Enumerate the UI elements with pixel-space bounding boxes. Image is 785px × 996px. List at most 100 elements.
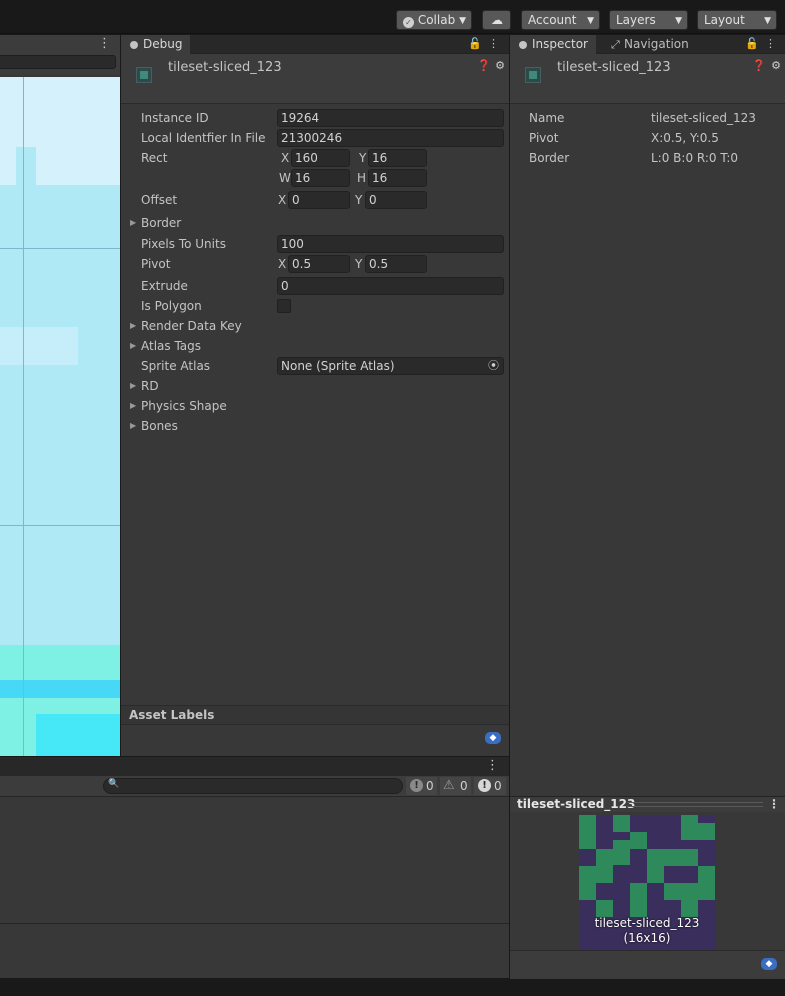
rect-x-field[interactable]: 160 xyxy=(291,149,350,167)
preview-panel: tileset-sliced_123 ⋮ tileset-sliced_123 … xyxy=(510,796,785,979)
help-icon[interactable]: ❓ xyxy=(477,59,491,72)
help-icon[interactable]: ❓ xyxy=(752,59,766,72)
expand-arrow-icon[interactable]: ▶ xyxy=(130,337,136,355)
local-id-field[interactable]: 21300246 xyxy=(277,129,504,147)
pivot-y-label: Y xyxy=(355,257,363,271)
more-options-icon[interactable]: ⋮ xyxy=(98,36,111,51)
asset-header: tileset-sliced_123 ❓ ⚙ xyxy=(121,54,509,104)
debug-tab-bar: Debug 🔓 ⋮ xyxy=(121,35,509,54)
account-dropdown[interactable]: Account ▼ xyxy=(521,10,600,30)
tab-navigation[interactable]: ⤢ Navigation xyxy=(602,35,697,54)
sprite-atlas-value: None (Sprite Atlas) xyxy=(281,359,395,373)
scene-canvas[interactable] xyxy=(0,77,120,756)
is-polygon-label: Is Polygon xyxy=(141,299,202,313)
tab-debug[interactable]: Debug xyxy=(121,35,191,54)
pivot-x-field[interactable]: 0.5 xyxy=(288,255,350,273)
pivot-y-field[interactable]: 0.5 xyxy=(365,255,427,273)
layers-dropdown[interactable]: Layers ▼ xyxy=(609,10,688,30)
unity-editor-window: ✓ Collab ▼ ☁ Account ▼ Layers ▼ Layout ▼… xyxy=(0,0,785,996)
rect-w-field[interactable]: 16 xyxy=(291,169,350,187)
warning-icon: ⚠ xyxy=(443,778,455,793)
more-options-icon[interactable]: ⋮ xyxy=(768,797,780,812)
check-circle-icon: ✓ xyxy=(403,17,414,28)
physics-shape-foldout[interactable]: Physics Shape xyxy=(141,397,227,415)
cloud-icon: ☁ xyxy=(491,13,503,27)
expand-arrow-icon[interactable]: ▶ xyxy=(130,377,136,395)
lock-icon[interactable]: 🔓 xyxy=(745,37,759,50)
info-pivot-value: X:0.5, Y:0.5 xyxy=(651,131,719,145)
cloud-button[interactable]: ☁ xyxy=(482,10,511,30)
rect-y-field[interactable]: 16 xyxy=(368,149,427,167)
atlas-tags-foldout[interactable]: Atlas Tags xyxy=(141,337,201,355)
object-picker-icon[interactable]: ⦿ xyxy=(488,358,499,374)
rect-label: Rect xyxy=(141,151,168,165)
console-search-input[interactable]: 🔍 xyxy=(103,778,403,794)
warning-count: 0 xyxy=(460,779,468,793)
lock-icon[interactable]: 🔓 xyxy=(468,37,482,50)
drag-handle[interactable] xyxy=(627,802,763,807)
sprite-thumbnail-icon xyxy=(136,67,152,83)
sprite-atlas-label: Sprite Atlas xyxy=(141,359,211,373)
info-border-value: L:0 B:0 R:0 T:0 xyxy=(651,151,739,165)
local-id-label: Local Identfier In File xyxy=(141,131,266,145)
is-polygon-checkbox[interactable] xyxy=(277,299,291,313)
ppu-label: Pixels To Units xyxy=(141,237,226,251)
pivot-x-label: X xyxy=(278,257,287,271)
offset-label: Offset xyxy=(141,193,178,207)
tab-inspector[interactable]: Inspector xyxy=(510,35,596,54)
info-pivot-label: Pivot xyxy=(529,131,559,145)
scene-view-panel: ⋮ xyxy=(0,35,121,756)
error-count-toggle[interactable]: ! 0 xyxy=(474,777,506,795)
console-toolbar: 🔍 ! 0 ⚠ 0 ! 0 xyxy=(0,776,509,797)
error-count: 0 xyxy=(494,779,502,793)
collab-button[interactable]: ✓ Collab ▼ xyxy=(396,10,472,30)
extrude-label: Extrude xyxy=(141,279,188,293)
collab-label: Collab xyxy=(417,13,456,27)
log-count-toggle[interactable]: ! 0 xyxy=(406,777,437,795)
expand-arrow-icon[interactable]: ▶ xyxy=(130,317,136,335)
preview-title-bar: tileset-sliced_123 ⋮ xyxy=(510,797,785,812)
ppu-field[interactable]: 100 xyxy=(277,235,504,253)
status-bar xyxy=(0,979,785,996)
offset-x-field[interactable]: 0 xyxy=(288,191,350,209)
expand-arrow-icon[interactable]: ▶ xyxy=(130,417,136,435)
preview-labels-bar: ◆ xyxy=(510,950,785,979)
console-splitter[interactable] xyxy=(0,923,509,924)
more-options-icon[interactable]: ⋮ xyxy=(486,758,499,773)
preview-caption-size: (16x16) xyxy=(623,931,671,945)
warning-count-toggle[interactable]: ⚠ 0 xyxy=(440,777,471,795)
offset-y-field[interactable]: 0 xyxy=(365,191,427,209)
expand-arrow-icon[interactable]: ▶ xyxy=(130,397,136,415)
gear-icon[interactable]: ⚙ xyxy=(495,59,505,72)
tag-icon[interactable]: ◆ xyxy=(485,732,501,744)
debug-inspector-panel: Debug 🔓 ⋮ tileset-sliced_123 ❓ ⚙ Instanc… xyxy=(121,35,509,756)
instance-id-field[interactable]: 19264 xyxy=(277,109,504,127)
border-foldout[interactable]: Border xyxy=(141,214,181,232)
tag-icon[interactable]: ◆ xyxy=(761,958,777,970)
sprite-atlas-field[interactable]: None (Sprite Atlas) ⦿ xyxy=(277,357,504,375)
info-border-label: Border xyxy=(529,151,570,165)
asset-labels-title: Asset Labels xyxy=(129,708,215,722)
render-data-key-foldout[interactable]: Render Data Key xyxy=(141,317,242,335)
top-toolbar: ✓ Collab ▼ ☁ Account ▼ Layers ▼ Layout ▼ xyxy=(0,0,785,34)
scene-search-field[interactable] xyxy=(0,55,116,69)
account-label: Account xyxy=(528,13,577,27)
info-name-value: tileset-sliced_123 xyxy=(651,111,756,125)
navigation-icon: ⤢ xyxy=(611,38,620,51)
expand-arrow-icon[interactable]: ▶ xyxy=(130,214,136,232)
tab-navigation-label: Navigation xyxy=(624,37,689,51)
search-icon: 🔍 xyxy=(108,779,120,789)
more-options-icon[interactable]: ⋮ xyxy=(488,37,499,50)
layout-dropdown[interactable]: Layout ▼ xyxy=(697,10,777,30)
rect-h-field[interactable]: 16 xyxy=(368,169,427,187)
rd-foldout[interactable]: RD xyxy=(141,377,159,395)
inspector-asset-name: tileset-sliced_123 xyxy=(557,60,671,75)
gear-icon[interactable]: ⚙ xyxy=(771,59,781,72)
rect-x-label: X xyxy=(281,151,290,165)
chevron-down-icon: ▼ xyxy=(587,16,594,26)
extrude-field[interactable]: 0 xyxy=(277,277,504,295)
bones-foldout[interactable]: Bones xyxy=(141,417,178,435)
more-options-icon[interactable]: ⋮ xyxy=(765,37,776,50)
instance-id-label: Instance ID xyxy=(141,111,209,125)
chevron-down-icon: ▼ xyxy=(675,16,682,26)
